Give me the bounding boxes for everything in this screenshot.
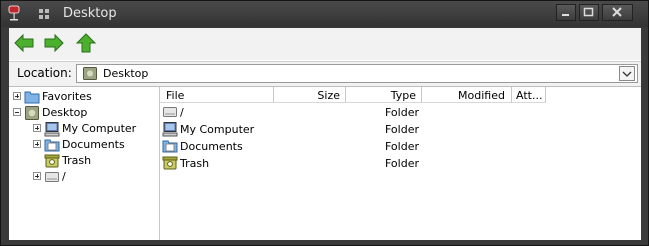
back-arrow-icon[interactable] (13, 33, 35, 53)
location-dropdown-button[interactable] (619, 66, 635, 81)
tree-item-label: Favorites (42, 90, 92, 103)
tree-item-my-computer[interactable]: My Computer (33, 121, 153, 137)
expand-icon[interactable] (13, 92, 21, 100)
desktop-icon (83, 67, 97, 80)
collapse-icon[interactable] (13, 108, 21, 116)
tree-item-label: Documents (62, 138, 125, 151)
tree-item-trash[interactable]: Trash (33, 153, 153, 169)
window-title: Desktop (63, 6, 117, 21)
file-row[interactable]: My Computer Folder (160, 121, 641, 138)
folder-blue-icon (24, 91, 40, 104)
trash-icon (162, 156, 178, 170)
close-button[interactable] (602, 4, 633, 21)
tree-item-label: / (62, 170, 66, 183)
wine-glass-icon[interactable] (7, 5, 21, 23)
file-row[interactable]: Trash Folder (160, 155, 641, 172)
file-name: Trash (180, 157, 210, 170)
folder-tree: Favorites Desktop My Computer Documents Tras… (9, 87, 160, 240)
close-icon (612, 7, 622, 17)
navigation-toolbar (9, 28, 641, 60)
tree-item-favorites[interactable]: Favorites (13, 89, 153, 105)
file-type: Folder (385, 140, 419, 153)
trash-icon (44, 154, 60, 168)
computer-icon (44, 122, 60, 137)
tree-item-root[interactable]: / (33, 169, 153, 185)
tree-item-desktop[interactable]: Desktop (13, 105, 153, 121)
computer-icon (162, 122, 178, 137)
expand-icon[interactable] (33, 140, 41, 148)
file-row[interactable]: / Folder (160, 104, 641, 121)
file-name: My Computer (180, 123, 255, 136)
file-type: Folder (385, 123, 419, 136)
column-header-type[interactable]: Type (346, 87, 422, 103)
column-header-modified[interactable]: Modified (422, 87, 512, 103)
drive-icon (45, 172, 59, 182)
location-label: Location: (17, 66, 72, 80)
title-bar[interactable]: Desktop (1, 1, 648, 27)
maximize-icon (583, 7, 594, 17)
column-header-file[interactable]: File (160, 87, 274, 103)
file-row[interactable]: Documents Folder (160, 138, 641, 155)
chevron-down-icon (622, 71, 632, 77)
tree-item-label: My Computer (62, 122, 137, 135)
drive-icon (163, 107, 177, 117)
documents-icon (162, 140, 178, 153)
column-header-size[interactable]: Size (274, 87, 346, 103)
minimize-button[interactable] (556, 4, 576, 21)
maximize-button[interactable] (579, 4, 599, 21)
client-area: Location: Desktop Favorites Desktop My Com… (9, 28, 641, 240)
tree-item-label: Trash (62, 154, 92, 167)
file-type: Folder (385, 106, 419, 119)
location-value: Desktop (103, 67, 149, 80)
file-name: Documents (180, 140, 243, 153)
forward-arrow-icon[interactable] (43, 33, 65, 53)
location-field[interactable]: Desktop (76, 64, 638, 83)
file-name: / (180, 106, 184, 119)
minimize-icon (562, 14, 569, 16)
file-type: Folder (385, 157, 419, 170)
tree-item-label: Desktop (42, 106, 88, 119)
documents-icon (44, 139, 60, 152)
expand-icon[interactable] (33, 172, 41, 180)
expand-icon[interactable] (33, 124, 41, 132)
file-browser-window: Desktop Location: Desktop Favorites Desk… (0, 0, 649, 246)
location-bar: Location: Desktop (9, 61, 641, 86)
file-list: File Size Type Modified Att... / Folder My… (160, 87, 641, 240)
tree-item-documents[interactable]: Documents (33, 137, 153, 153)
grid-icon[interactable] (37, 7, 51, 21)
up-arrow-icon[interactable] (75, 33, 97, 53)
column-header-attributes[interactable]: Att... (512, 87, 546, 103)
desktop-icon (25, 106, 39, 120)
content-panes: Favorites Desktop My Computer Documents Tras… (9, 86, 641, 240)
